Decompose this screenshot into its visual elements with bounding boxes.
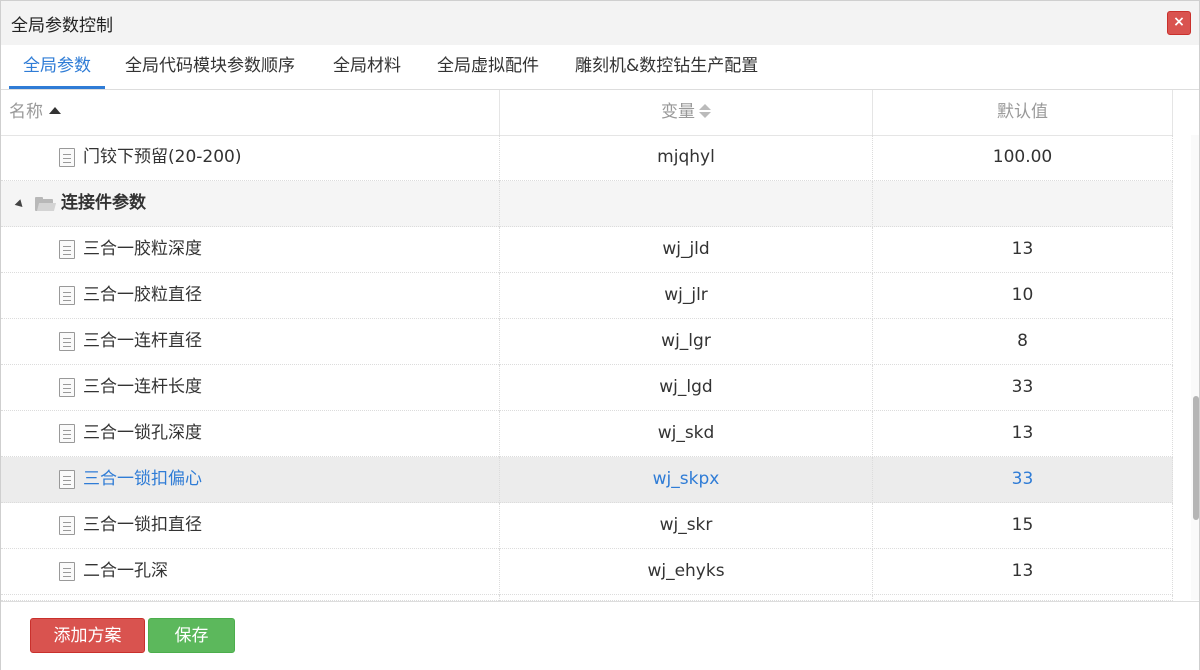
scrollbar-thumb[interactable]: [1193, 396, 1199, 520]
sort-icon: [699, 103, 711, 119]
variable-cell: wj_jlr: [500, 273, 873, 319]
group-row[interactable]: 连接件参数: [1, 181, 1173, 227]
dialog-footer: 添加方案 保存: [1, 602, 1199, 670]
default-value-cell: 33: [873, 365, 1173, 411]
row-name: 三合一锁孔深度: [83, 423, 202, 443]
add-scheme-button[interactable]: 添加方案: [30, 618, 145, 653]
name-cell: 三合一连杆长度: [1, 365, 500, 411]
row-name: 三合一连杆长度: [83, 377, 202, 397]
variable-cell: [500, 595, 873, 601]
tab-bar: 全局参数 全局代码模块参数顺序 全局材料 全局虚拟配件 雕刻机&数控钻生产配置: [1, 45, 1199, 90]
row-name: 二合一孔深: [83, 561, 168, 581]
variable-cell: wj_lgr: [500, 319, 873, 365]
group-name: 连接件参数: [61, 193, 146, 213]
dialog-title: 全局参数控制: [11, 16, 113, 36]
table-row-highlighted[interactable]: 三合一锁扣偏心 wj_skpx 33: [1, 457, 1173, 503]
table-row[interactable]: 二合一孔深 wj_ehyks 13: [1, 549, 1173, 595]
default-value-cell: 33: [873, 457, 1173, 503]
default-value-cell: 8: [873, 319, 1173, 365]
tab-cnc-production-config[interactable]: 雕刻机&数控钻生产配置: [575, 45, 758, 89]
tab-global-virtual-parts[interactable]: 全局虚拟配件: [437, 45, 539, 89]
vertical-scrollbar[interactable]: [1191, 135, 1199, 600]
tab-global-params[interactable]: 全局参数: [9, 45, 105, 89]
document-icon: [59, 286, 75, 305]
variable-cell: wj_skr: [500, 503, 873, 549]
folder-open-icon: [35, 197, 57, 211]
variable-cell: wj_ehyks: [500, 549, 873, 595]
name-cell: 三合一连杆直径: [1, 319, 500, 365]
document-icon: [59, 562, 75, 581]
name-cell: 三合一锁扣偏心: [1, 457, 500, 503]
default-value-cell: [873, 595, 1173, 601]
default-value-cell: 15: [873, 503, 1173, 549]
name-cell: 连接件参数: [1, 181, 500, 227]
default-value-cell: 13: [873, 549, 1173, 595]
default-value-cell: 100.00: [873, 135, 1173, 181]
variable-cell: [500, 181, 873, 227]
table-row[interactable]: 三合一胶粒深度 wj_jld 13: [1, 227, 1173, 273]
variable-cell: wj_skd: [500, 411, 873, 457]
dialog-titlebar: 全局参数控制 ×: [1, 1, 1199, 46]
sort-asc-icon: [49, 107, 61, 114]
table-row[interactable]: 三合一连杆长度 wj_lgd 33: [1, 365, 1173, 411]
column-header-default-label: 默认值: [997, 102, 1048, 122]
row-name: 三合一连杆直径: [83, 331, 202, 351]
column-header-name-label: 名称: [9, 102, 43, 122]
column-header-variable-label: 变量: [661, 102, 695, 122]
column-header-default[interactable]: 默认值: [873, 90, 1173, 135]
save-button[interactable]: 保存: [148, 618, 235, 653]
default-value-cell: 13: [873, 227, 1173, 273]
default-value-cell: 13: [873, 411, 1173, 457]
table-row[interactable]: 三合一锁扣直径 wj_skr 15: [1, 503, 1173, 549]
name-cell: 门铰下预留(20-200): [1, 135, 500, 181]
tab-global-code-module-order[interactable]: 全局代码模块参数顺序: [125, 45, 295, 89]
row-name: 三合一锁扣偏心: [83, 469, 202, 489]
table-row-partial: [1, 595, 1173, 601]
document-icon: [59, 424, 75, 443]
name-cell: 二合一孔深: [1, 549, 500, 595]
document-icon: [59, 148, 75, 167]
name-cell: 三合一胶粒直径: [1, 273, 500, 319]
row-name: 三合一锁扣直径: [83, 515, 202, 535]
table-row[interactable]: 门铰下预留(20-200) mjqhyl 100.00: [1, 135, 1173, 181]
close-button[interactable]: ×: [1167, 11, 1191, 35]
row-name: 三合一胶粒直径: [83, 285, 202, 305]
column-header-name[interactable]: 名称: [1, 90, 500, 135]
default-value-cell: 10: [873, 273, 1173, 319]
variable-cell: wj_jld: [500, 227, 873, 273]
params-treegrid: 名称 变量 默认值 门铰下预留(20-200) mjqhyl 100.00 连接…: [1, 90, 1199, 602]
row-name: 三合一胶粒深度: [83, 239, 202, 259]
document-icon: [59, 516, 75, 535]
variable-cell: wj_lgd: [500, 365, 873, 411]
variable-cell: mjqhyl: [500, 135, 873, 181]
tab-global-materials[interactable]: 全局材料: [333, 45, 401, 89]
default-value-cell: [873, 181, 1173, 227]
name-cell: 三合一胶粒深度: [1, 227, 500, 273]
grid-body: 门铰下预留(20-200) mjqhyl 100.00 连接件参数 三合一胶粒深…: [1, 135, 1173, 601]
document-icon: [59, 470, 75, 489]
name-cell: [1, 595, 500, 601]
variable-cell: wj_skpx: [500, 457, 873, 503]
name-cell: 三合一锁孔深度: [1, 411, 500, 457]
global-params-dialog: 全局参数控制 × 全局参数 全局代码模块参数顺序 全局材料 全局虚拟配件 雕刻机…: [0, 0, 1200, 670]
document-icon: [59, 332, 75, 351]
row-name: 门铰下预留(20-200): [83, 147, 242, 167]
table-row[interactable]: 三合一连杆直径 wj_lgr 8: [1, 319, 1173, 365]
document-icon: [59, 378, 75, 397]
name-cell: 三合一锁扣直径: [1, 503, 500, 549]
column-header-variable[interactable]: 变量: [500, 90, 873, 135]
document-icon: [59, 240, 75, 259]
table-row[interactable]: 三合一胶粒直径 wj_jlr 10: [1, 273, 1173, 319]
table-row[interactable]: 三合一锁孔深度 wj_skd 13: [1, 411, 1173, 457]
collapse-triangle-icon[interactable]: [14, 199, 26, 210]
grid-header: 名称 变量 默认值: [1, 90, 1173, 136]
